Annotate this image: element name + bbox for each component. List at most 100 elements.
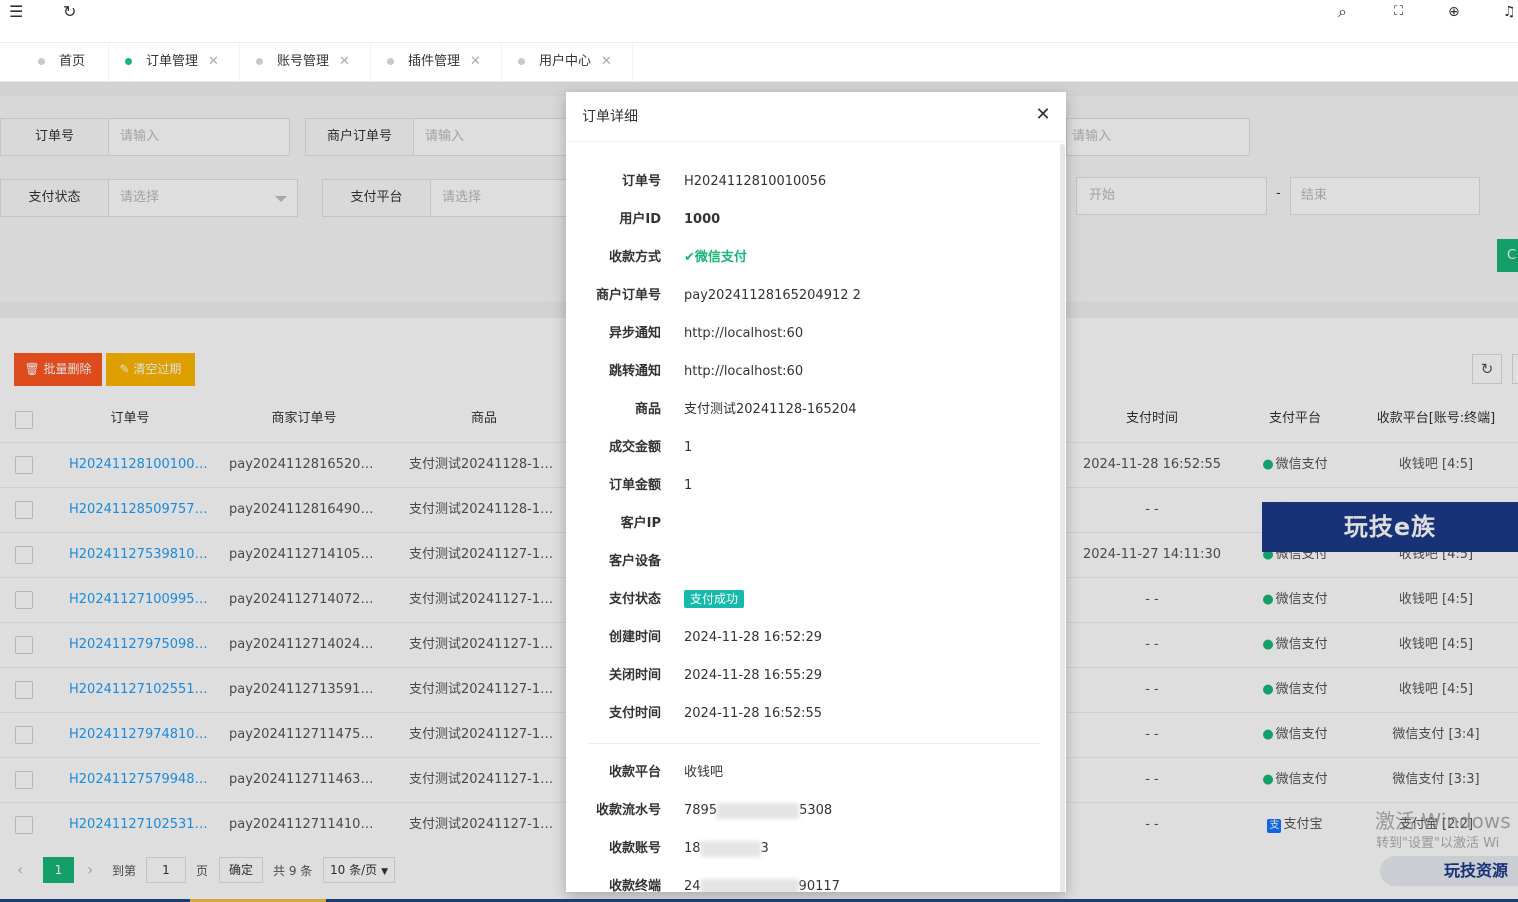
value-suffix: 5308 (799, 803, 833, 818)
tab-dot (518, 58, 525, 65)
top-header: ☰ ↻ ⌕ ⛶ ⊕ ♫ (0, 0, 1518, 42)
tab-dot (125, 58, 132, 65)
detail-value: 18 3 (684, 830, 769, 868)
detail-row: 支付时间 2024-11-28 16:52:55 (566, 695, 1056, 733)
detail-divider (588, 743, 1040, 744)
detail-label: 收款平台 (608, 765, 661, 780)
detail-value: 支付成功 (684, 581, 745, 619)
detail-label: 跳转通知 (608, 364, 661, 379)
fullscreen-icon[interactable]: ⛶ (1394, 2, 1403, 22)
detail-value: http://localhost:60 (684, 326, 804, 341)
detail-label: 客户IP (620, 516, 661, 531)
menu-icon[interactable]: ☰ (9, 2, 23, 22)
detail-label: 异步通知 (608, 326, 661, 341)
detail-value: 1 (684, 478, 693, 493)
value-prefix: 24 (684, 879, 701, 892)
detail-row: 收款账号 18 3 (566, 830, 1056, 868)
detail-row: 收款流水号 7895 5308 (566, 792, 1056, 830)
tab-plugin-management[interactable]: 插件管理 ✕ (371, 43, 502, 82)
detail-label: 订单号 (621, 174, 661, 189)
detail-row: 商户订单号 pay20241128165204912 2 (566, 277, 1056, 315)
tab-account-management[interactable]: 账号管理 ✕ (240, 43, 371, 82)
detail-row: 异步通知 http://localhost:60 (566, 315, 1056, 353)
detail-row: 订单金额 1 (566, 467, 1056, 505)
refresh-icon[interactable]: ↻ (63, 2, 76, 22)
close-icon[interactable]: ✕ (470, 54, 481, 69)
detail-label: 用户ID (619, 212, 661, 227)
detail-label: 客户设备 (608, 554, 661, 569)
globe-icon[interactable]: ⊕ (1448, 2, 1460, 22)
tab-home[interactable]: 首页 (14, 43, 109, 82)
tab-user-center[interactable]: 用户中心 ✕ (502, 43, 633, 82)
detail-label: 收款账号 (608, 841, 661, 856)
detail-value: 收钱吧 (684, 765, 724, 780)
tab-label: 账号管理 (277, 54, 330, 69)
detail-row: 客户IP (566, 505, 1056, 543)
detail-value: 2024-11-28 16:52:55 (684, 706, 823, 721)
detail-value: 支付测试20241128-165204 (684, 402, 857, 417)
detail-label: 收款方式 (608, 250, 661, 265)
detail-row: 客户设备 (566, 543, 1056, 581)
modal-header: 订单详细 ✕ (566, 92, 1066, 142)
pay-method-label: 微信支付 (694, 250, 747, 265)
detail-label: 收款终端 (608, 879, 661, 892)
value-prefix: 18 (684, 841, 701, 856)
redacted-block (700, 878, 799, 892)
redacted-block (717, 802, 800, 819)
detail-row: 收款平台 收钱吧 (566, 754, 1056, 792)
search-icon[interactable]: ⌕ (1338, 2, 1347, 22)
detail-label: 收款流水号 (595, 803, 661, 818)
detail-label: 支付状态 (608, 592, 661, 607)
value-suffix: 3 (760, 841, 769, 856)
close-icon[interactable]: ✕ (601, 54, 612, 69)
wechat-icon: ✔ (684, 250, 695, 265)
tab-label: 用户中心 (539, 54, 592, 69)
detail-row: 跳转通知 http://localhost:60 (566, 353, 1056, 391)
detail-row: 用户ID 1000 (566, 201, 1056, 239)
tab-label: 插件管理 (408, 54, 461, 69)
detail-value: http://localhost:60 (684, 364, 804, 379)
detail-row: 收款终端 24 90117 (566, 868, 1056, 892)
detail-row: 订单号 H2024112810010056 (566, 163, 1056, 201)
detail-label: 支付时间 (608, 706, 661, 721)
detail-row: 商品 支付测试20241128-165204 (566, 391, 1056, 429)
close-icon[interactable]: ✕ (208, 54, 219, 69)
detail-value: 2024-11-28 16:52:29 (684, 630, 823, 645)
tab-dot (387, 58, 394, 65)
tab-label: 首页 (59, 54, 86, 69)
detail-label: 关闭时间 (608, 668, 661, 683)
tab-dot (256, 58, 263, 65)
detail-label: 成交金额 (608, 440, 661, 455)
modal-title: 订单详细 (582, 109, 638, 125)
detail-value: 1000 (684, 212, 721, 227)
value-prefix: 7895 (684, 803, 718, 818)
tab-label: 订单管理 (146, 54, 199, 69)
value-suffix: 90117 (798, 879, 840, 892)
redacted-block (700, 840, 761, 857)
order-detail-modal: 订单详细 ✕ 订单号 H2024112810010056 用户ID 1000 收款方式 ✔… (566, 92, 1066, 892)
bell-icon[interactable]: ♫ (1503, 2, 1516, 22)
detail-row: 收款方式 ✔微信支付 (566, 239, 1056, 277)
detail-row: 成交金额 1 (566, 429, 1056, 467)
detail-value: 24 90117 (684, 868, 840, 892)
detail-value: pay20241128165204912 2 (684, 288, 861, 303)
detail-row: 支付状态 支付成功 (566, 581, 1056, 619)
detail-value: 1 (684, 440, 693, 455)
detail-value: H2024112810010056 (684, 174, 827, 189)
tab-order-management[interactable]: 订单管理 ✕ (109, 43, 240, 82)
detail-row: 创建时间 2024-11-28 16:52:29 (566, 619, 1056, 657)
close-icon[interactable]: ✕ (339, 54, 350, 69)
modal-scrollbar[interactable] (1060, 144, 1065, 892)
detail-row: 关闭时间 2024-11-28 16:55:29 (566, 657, 1056, 695)
detail-value: 7895 5308 (684, 792, 832, 830)
detail-label: 创建时间 (608, 630, 661, 645)
detail-label: 商户订单号 (595, 288, 661, 303)
status-badge: 支付成功 (684, 590, 745, 608)
detail-value: 2024-11-28 16:55:29 (684, 668, 823, 683)
detail-value: ✔微信支付 (684, 239, 747, 277)
close-icon[interactable]: ✕ (1034, 106, 1052, 124)
detail-label: 商品 (634, 402, 661, 417)
tab-dot (38, 58, 45, 65)
tab-bar: 首页 订单管理 ✕ 账号管理 ✕ 插件管理 ✕ 用户中心 ✕ (0, 42, 1518, 82)
detail-label: 订单金额 (608, 478, 661, 493)
